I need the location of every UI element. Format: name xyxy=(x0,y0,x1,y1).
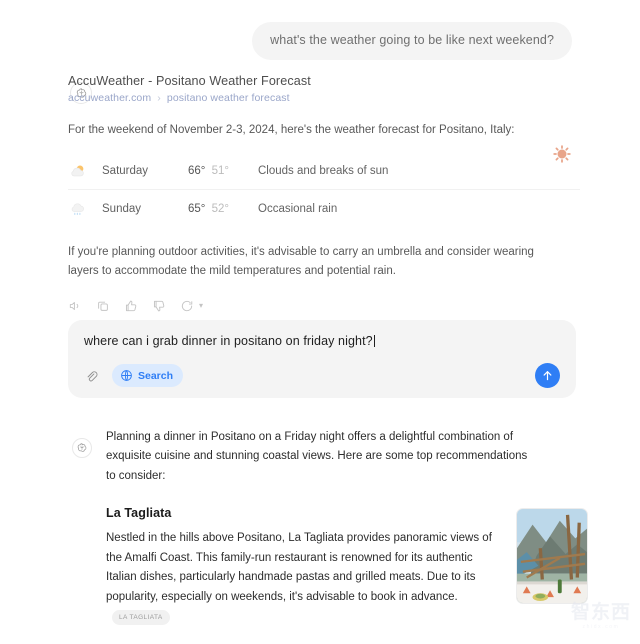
watermark-text: 智东西 xyxy=(570,600,631,623)
forecast-day: Saturday xyxy=(102,165,149,178)
weather-answer-block: AccuWeather - Positano Weather Forecast … xyxy=(0,60,640,313)
regenerate-icon[interactable] xyxy=(180,299,194,313)
read-aloud-icon[interactable] xyxy=(68,299,82,313)
thumbs-up-icon[interactable] xyxy=(124,299,138,313)
forecast-low: 51° xyxy=(211,165,229,178)
copy-icon[interactable] xyxy=(96,299,110,313)
table-row: Saturday 66° 51° Clouds and breaks of su… xyxy=(68,153,580,191)
restaurant-thumbnail[interactable] xyxy=(516,507,588,604)
accuweather-sun-icon xyxy=(553,144,571,163)
chevron-down-icon[interactable]: ▾ xyxy=(199,301,203,310)
user-message-bubble: what's the weather going to be like next… xyxy=(252,22,572,60)
message-composer[interactable]: where can i grab dinner in positano on f… xyxy=(68,320,576,398)
composer-input[interactable]: where can i grab dinner in positano on f… xyxy=(84,334,560,348)
watermark-subtext: zhidx.com xyxy=(582,623,620,630)
forecast-high: 66° xyxy=(188,165,206,178)
restaurant-description: Nestled in the hills above Positano, La … xyxy=(106,529,504,628)
thumbs-down-icon[interactable] xyxy=(152,299,166,313)
chatgpt-conversation-page: what's the weather going to be like next… xyxy=(0,0,640,644)
attach-paperclip-icon[interactable] xyxy=(84,368,100,384)
source-title: AccuWeather - Positano Weather Forecast xyxy=(68,73,311,88)
forecast-low: 52° xyxy=(211,202,229,215)
search-label: Search xyxy=(138,369,174,382)
globe-icon xyxy=(121,370,132,381)
dinner-lead-text: Planning a dinner in Positano on a Frida… xyxy=(106,431,528,482)
weather-outro-text: If you're planning outdoor activities, i… xyxy=(68,246,534,277)
text-caret xyxy=(373,335,375,347)
breadcrumb-domain[interactable]: accuweather.com xyxy=(68,92,151,104)
forecast-temps: 66° 51° xyxy=(188,165,258,177)
arrow-up-icon xyxy=(543,371,552,381)
forecast-temps: 65° 52° xyxy=(188,203,258,215)
user-message-row: what's the weather going to be like next… xyxy=(0,0,640,60)
forecast-description: Clouds and breaks of sun xyxy=(258,165,389,178)
forecast-day: Sunday xyxy=(102,202,142,215)
search-toggle-button[interactable]: Search xyxy=(112,364,184,387)
restaurant-entry: La Tagliata Nestled in the hills above P… xyxy=(68,505,588,628)
breadcrumb[interactable]: accuweather.com › positano weather forec… xyxy=(68,92,580,104)
dinner-answer-block: Planning a dinner in Positano on a Frida… xyxy=(0,428,640,644)
forecast-high: 65° xyxy=(188,202,206,215)
composer-toolbar: Search xyxy=(84,363,560,388)
rain-cloud-icon xyxy=(68,199,102,218)
breadcrumb-separator-icon: › xyxy=(157,91,161,104)
table-row: Sunday 65° 52° Occasional rain xyxy=(68,190,580,227)
citation-badge[interactable]: LA TAGLIATA xyxy=(112,610,170,626)
breadcrumb-path[interactable]: positano weather forecast xyxy=(167,92,290,104)
send-button[interactable] xyxy=(535,363,560,388)
message-actions: ▾ xyxy=(68,299,580,313)
composer-input-value[interactable]: where can i grab dinner in positano on f… xyxy=(84,334,373,348)
restaurant-name: La Tagliata xyxy=(106,505,172,520)
watermark: 智东西 zhidx.com xyxy=(570,596,632,636)
restaurant-description-text: Nestled in the hills above Positano, La … xyxy=(106,531,492,604)
forecast-description: Occasional rain xyxy=(258,202,338,215)
terrace-view-photo xyxy=(517,508,587,603)
sun-behind-cloud-icon xyxy=(68,162,102,181)
weather-forecast-table: Saturday 66° 51° Clouds and breaks of su… xyxy=(68,153,580,227)
weather-lead-text: For the weekend of November 2-3, 2024, h… xyxy=(68,123,515,136)
